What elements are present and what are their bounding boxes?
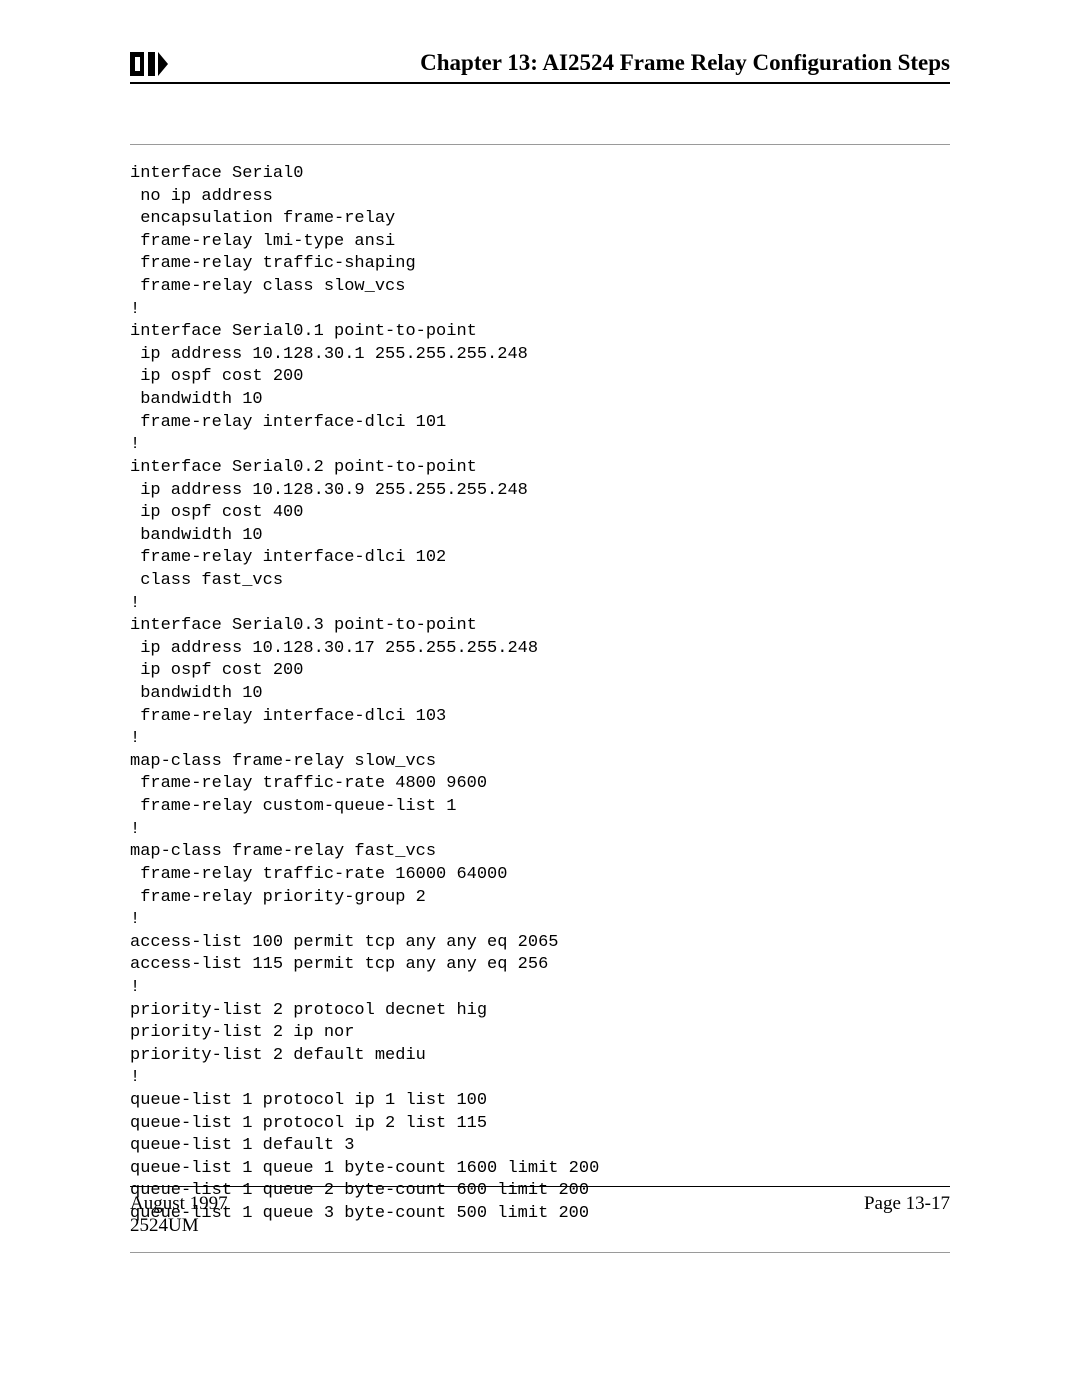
- section-divider-top: [130, 144, 950, 145]
- section-divider-bottom: [130, 1252, 950, 1253]
- footer-date: August 1997: [130, 1193, 228, 1215]
- page-header: Chapter 13: AI2524 Frame Relay Configura…: [130, 50, 950, 84]
- brand-logo-icon: [130, 52, 168, 76]
- footer-page-number: Page 13-17: [864, 1193, 950, 1215]
- chapter-title: Chapter 13: AI2524 Frame Relay Configura…: [420, 50, 950, 76]
- page-footer: August 1997 2524UM Page 13-17: [130, 1186, 950, 1237]
- footer-docnum: 2524UM: [130, 1215, 228, 1237]
- configuration-code: interface Serial0 no ip address encapsul…: [130, 163, 950, 1226]
